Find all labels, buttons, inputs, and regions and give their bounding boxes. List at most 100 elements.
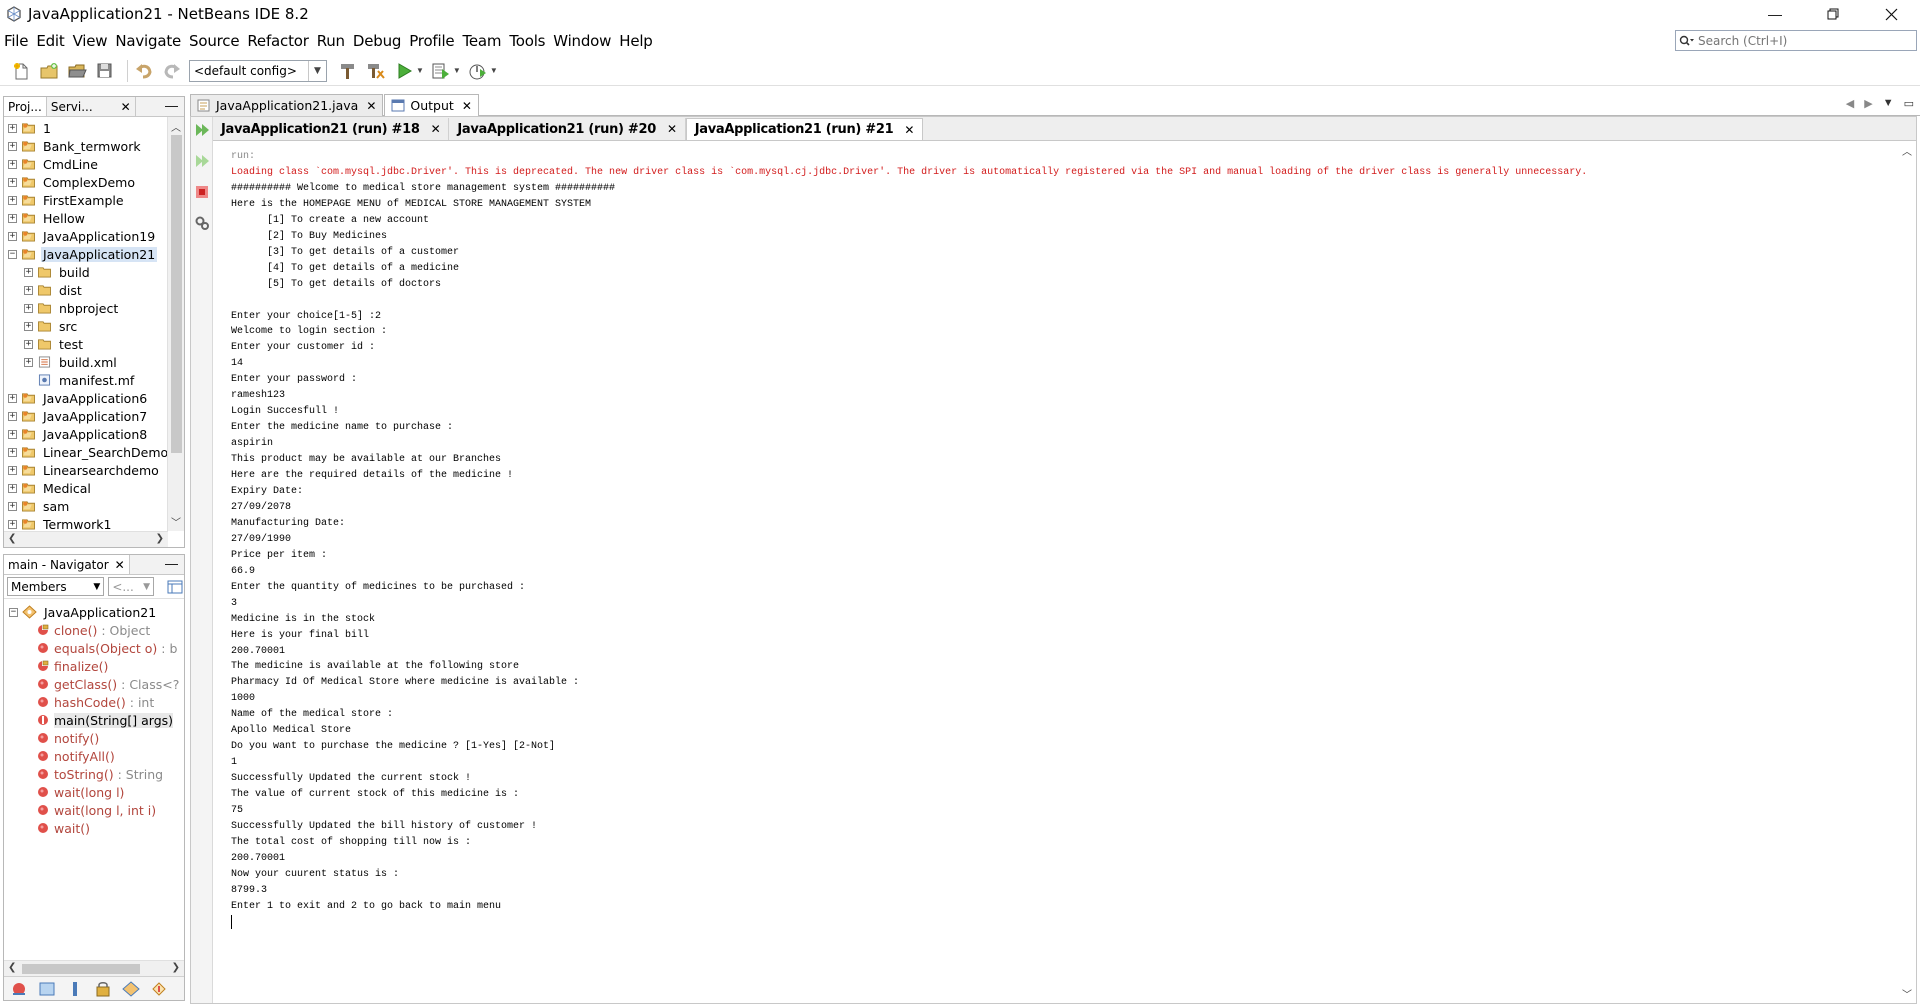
close-icon[interactable]: ✕ (366, 99, 376, 113)
expand-icon[interactable]: + (8, 123, 17, 133)
close-icon[interactable]: ✕ (115, 558, 125, 572)
tab-navigator[interactable]: main - Navigator ✕ (4, 555, 130, 574)
tree-item[interactable]: +1 (4, 119, 184, 137)
settings-gear-icon[interactable] (194, 215, 210, 231)
expand-icon[interactable]: + (8, 501, 17, 511)
type-filter-select[interactable]: <... ▼ (108, 577, 154, 596)
collapse-icon[interactable]: − (8, 249, 17, 259)
close-icon[interactable]: ✕ (121, 100, 131, 114)
tree-item[interactable]: + JavaApplication8 (4, 425, 184, 443)
menu-run[interactable]: Run (316, 32, 350, 50)
show-inherited-icon[interactable] (166, 578, 184, 596)
navigator-member[interactable]: main(String[] args) (4, 711, 184, 729)
profile-project-icon[interactable] (467, 60, 489, 82)
expand-icon[interactable]: + (24, 339, 33, 349)
scroll-right-icon[interactable]: ❯ (156, 533, 164, 544)
menu-file[interactable]: File (3, 32, 33, 50)
close-icon[interactable]: ✕ (904, 123, 914, 137)
expand-icon[interactable]: + (8, 519, 17, 529)
expand-icon[interactable]: + (8, 177, 17, 187)
navigator-horizontal-scrollbar[interactable]: ❮ ❯ (4, 960, 184, 976)
scroll-tabs-right-icon[interactable]: ▶ (1864, 97, 1872, 110)
tree-item[interactable]: + Bank_termwork (4, 137, 184, 155)
close-icon[interactable]: ✕ (667, 122, 677, 136)
minimize-button[interactable]: — (1746, 0, 1804, 28)
run-dropdown-icon[interactable]: ▼ (416, 66, 424, 75)
quick-search-box[interactable] (1675, 30, 1917, 51)
tree-item[interactable]: + JavaApplication6 (4, 389, 184, 407)
tree-item[interactable]: + build.xml (4, 353, 184, 371)
search-input[interactable] (1698, 33, 1908, 48)
tree-item[interactable]: + Medical (4, 479, 184, 497)
debug-dropdown-icon[interactable]: ▼ (453, 66, 461, 75)
tab-output[interactable]: Output ✕ (384, 94, 479, 116)
stop-icon[interactable] (194, 184, 210, 200)
menu-edit[interactable]: Edit (35, 32, 69, 50)
navigator-member[interactable]: getClass() : Class<? (4, 675, 184, 693)
rerun-icon[interactable] (194, 122, 210, 138)
tab-projects[interactable]: Proj... (4, 97, 47, 116)
tree-item[interactable]: + Hellow (4, 209, 184, 227)
tab-services[interactable]: Servi... ✕ (47, 97, 136, 116)
tree-item[interactable]: + Linearsearchdemo (4, 461, 184, 479)
clean-build-icon[interactable] (365, 60, 387, 82)
sort-by-source-icon[interactable] (149, 980, 169, 998)
expand-icon[interactable]: + (24, 285, 33, 295)
expand-icon[interactable]: + (8, 213, 17, 223)
members-filter-select[interactable]: Members ▼ (7, 577, 105, 596)
configuration-select[interactable]: <default config> ▼ (189, 59, 327, 82)
run-project-icon[interactable] (393, 60, 415, 82)
scrollbar-thumb[interactable] (22, 964, 140, 974)
sort-by-name-icon[interactable] (121, 980, 141, 998)
show-open-documents-icon[interactable]: ▼ (1883, 97, 1894, 110)
scroll-down-icon[interactable]: ﹀ (1902, 986, 1912, 1001)
navigator-root[interactable]: − JavaApplication21 (4, 603, 184, 621)
expand-icon[interactable]: + (8, 483, 17, 493)
scroll-right-icon[interactable]: ❯ (172, 962, 180, 973)
expand-icon[interactable]: + (8, 159, 17, 169)
navigator-member[interactable]: notifyAll() (4, 747, 184, 765)
vertical-scrollbar[interactable]: ︿ ﹀ (167, 117, 184, 531)
expand-icon[interactable]: + (8, 447, 17, 457)
tree-item[interactable]: + sam (4, 497, 184, 515)
tree-item[interactable]: + Linear_SearchDemo (4, 443, 184, 461)
expand-icon[interactable]: + (8, 195, 17, 205)
menu-window[interactable]: Window (552, 32, 616, 50)
filter-nonpublic-icon[interactable] (93, 980, 113, 998)
close-window-button[interactable] (1862, 0, 1920, 28)
filter-static-icon[interactable] (65, 980, 85, 998)
filter-fields-icon[interactable] (37, 980, 57, 998)
menu-refactor[interactable]: Refactor (246, 32, 313, 50)
tree-item[interactable]: + nbproject (4, 299, 184, 317)
expand-icon[interactable]: + (8, 465, 17, 475)
debug-project-icon[interactable] (430, 60, 452, 82)
scroll-left-icon[interactable]: ❮ (8, 533, 16, 544)
expand-icon[interactable]: + (8, 231, 17, 241)
navigator-member[interactable]: notify() (4, 729, 184, 747)
collapse-icon[interactable]: − (9, 607, 18, 617)
scroll-up-icon[interactable]: ︿ (171, 119, 181, 134)
tree-item[interactable]: + JavaApplication19 (4, 227, 184, 245)
tab-java-source[interactable]: JavaApplication21.java ✕ (190, 94, 384, 116)
new-file-icon[interactable] (10, 60, 32, 82)
scrollbar-thumb[interactable] (171, 135, 182, 453)
expand-icon[interactable]: + (24, 303, 33, 313)
navigator-member[interactable]: equals(Object o) : b (4, 639, 184, 657)
minimize-panel-button[interactable]: — (165, 98, 178, 113)
menu-team[interactable]: Team (461, 32, 506, 50)
redo-icon[interactable] (161, 60, 183, 82)
menu-source[interactable]: Source (188, 32, 244, 50)
tree-item[interactable]: + JavaApplication7 (4, 407, 184, 425)
navigator-member[interactable]: finalize() (4, 657, 184, 675)
tree-item[interactable]: + src (4, 317, 184, 335)
undo-icon[interactable] (133, 60, 155, 82)
profile-dropdown-icon[interactable]: ▼ (490, 66, 498, 75)
tab-run-21[interactable]: JavaApplication21 (run) #21 ✕ (685, 118, 924, 140)
tree-item[interactable]: + test (4, 335, 184, 353)
filter-inherited-icon[interactable] (9, 980, 29, 998)
rerun-with-options-icon[interactable] (194, 153, 210, 169)
expand-icon[interactable]: + (24, 321, 33, 331)
expand-icon[interactable]: + (24, 267, 33, 277)
minimize-panel-button[interactable]: — (165, 556, 178, 571)
menu-help[interactable]: Help (618, 32, 657, 50)
